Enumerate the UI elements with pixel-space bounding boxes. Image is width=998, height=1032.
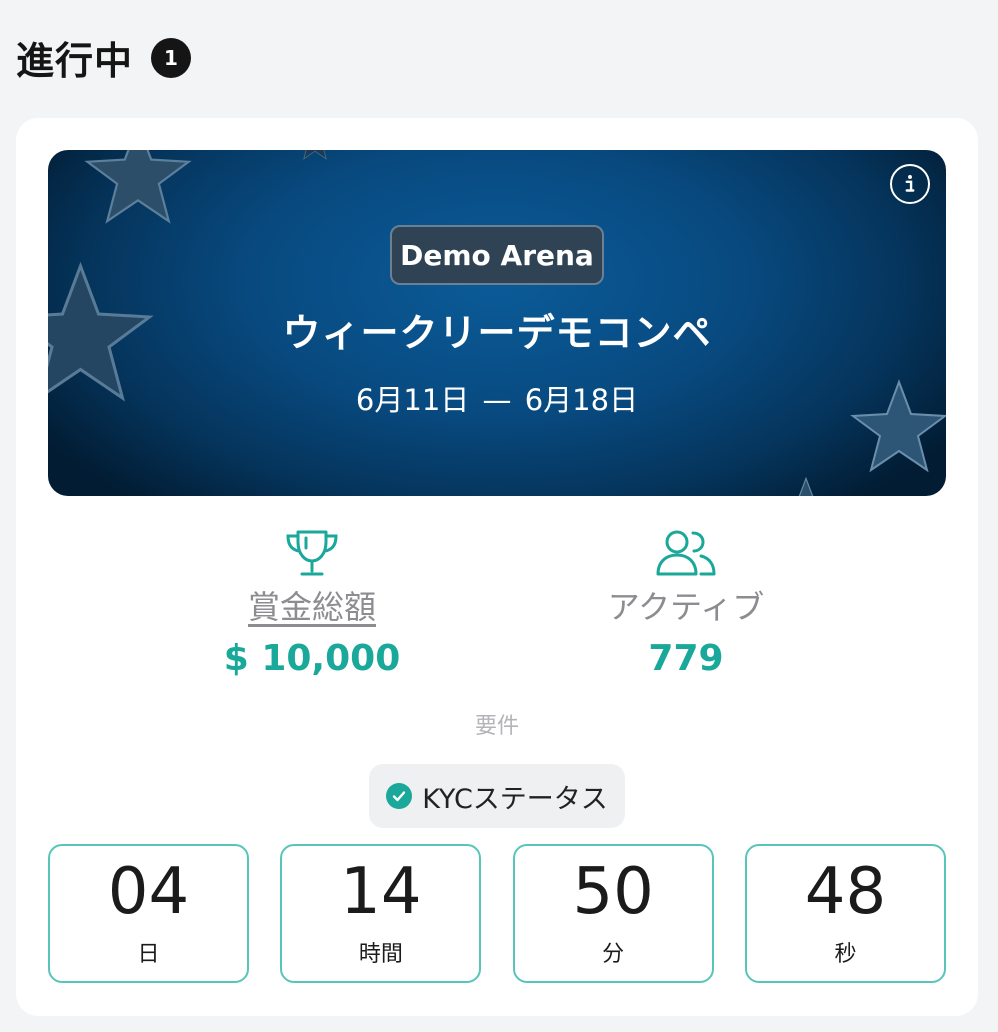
countdown-seconds: 48 秒: [744, 844, 946, 983]
star-decoration-icon: [84, 150, 192, 224]
countdown-unit: 時間: [358, 941, 403, 967]
competition-banner[interactable]: Demo Arena ウィークリーデモコンペ 6月11日 — 6月18日: [48, 150, 946, 496]
competition-dates: 6月11日 — 6月18日: [355, 383, 639, 417]
countdown-value: 04: [107, 854, 190, 929]
countdown-unit: 秒: [834, 941, 857, 967]
prize-stat: 賞金総額 $ 10,000: [162, 528, 462, 679]
countdown-value: 50: [572, 854, 654, 929]
kyc-status-chip[interactable]: KYCステータス: [369, 764, 625, 828]
countdown-timer: 04 日 14 時間 50 分 48 秒: [48, 844, 946, 983]
countdown-days: 04 日: [48, 844, 249, 983]
section-header: 進行中 1: [16, 30, 192, 85]
requirements-label: 要件: [474, 714, 519, 739]
count-badge: 1: [151, 37, 192, 78]
competition-card[interactable]: Demo Arena ウィークリーデモコンペ 6月11日 — 6月18日 賞金総…: [16, 118, 978, 1016]
prize-value: $ 10,000: [223, 638, 401, 679]
countdown-minutes: 50 分: [512, 844, 714, 983]
star-decoration-icon: [798, 476, 814, 496]
users-icon: [656, 530, 716, 576]
trophy-icon: [286, 530, 338, 576]
prize-label[interactable]: 賞金総額: [162, 582, 462, 628]
countdown-unit: 日: [137, 941, 160, 967]
active-label: アクティブ: [607, 588, 765, 626]
kyc-label: KYCステータス: [422, 783, 608, 815]
countdown-hours: 14 時間: [280, 844, 482, 983]
star-decoration-icon: [303, 150, 327, 160]
active-value: 779: [648, 638, 724, 679]
info-icon[interactable]: [890, 164, 930, 204]
countdown-value: 48: [804, 854, 887, 929]
arena-badge: Demo Arena: [390, 225, 604, 285]
section-title: 進行中: [16, 39, 134, 83]
countdown-unit: 分: [602, 941, 625, 967]
check-circle-icon: [386, 783, 413, 809]
countdown-value: 14: [340, 854, 422, 929]
competition-title: ウィークリーデモコンペ: [282, 311, 712, 355]
active-stat: アクティブ 779: [536, 528, 836, 679]
